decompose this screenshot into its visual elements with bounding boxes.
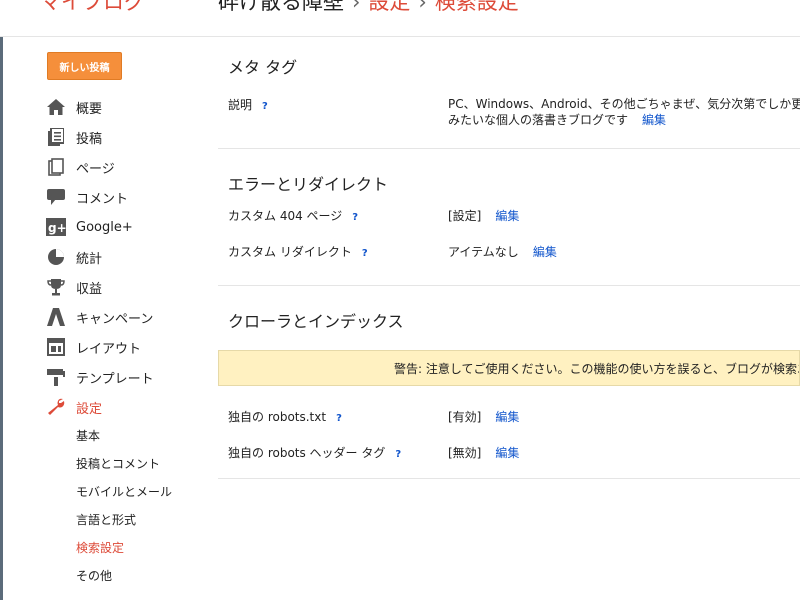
section-title: メタ タグ [228, 58, 298, 77]
sidebar-item-pages[interactable]: ページ [46, 152, 206, 182]
sidebar-item-label: テンプレート [76, 371, 154, 387]
field-label: カスタム リダイレクト [228, 245, 352, 259]
help-icon[interactable]: ? [262, 101, 268, 112]
edit-custom-404-link[interactable]: 編集 [495, 209, 519, 223]
subnav-item-mobile-email[interactable]: モバイルとメール [76, 477, 172, 505]
breadcrumb: 砕け散る障壁 › 設定 › 検索設定 [218, 0, 519, 16]
errors-redirects-section: エラーとリダイレクト カスタム 404 ページ? [設定] 編集 カスタム リダイ… [218, 149, 800, 286]
field-label: 独自の robots.txt [228, 410, 327, 424]
field-label: 説明 [228, 98, 253, 112]
campaign-icon [46, 307, 66, 327]
sidebar-item-google-plus[interactable]: g+ Google+ [46, 212, 206, 242]
sidebar-item-settings[interactable]: 設定 [46, 392, 206, 422]
description-text: PC、Windows、Android、その他ごちゃまぜ、気分次第でしか更新 [448, 97, 800, 111]
sidebar-item-overview[interactable]: 概要 [46, 92, 206, 122]
sidebar-item-label: コメント [76, 191, 129, 207]
sidebar-item-label: 設定 [76, 401, 103, 417]
sidebar-item-stats[interactable]: 統計 [46, 242, 206, 272]
help-icon[interactable]: ? [352, 212, 358, 223]
sidebar-item-label: 収益 [76, 281, 103, 297]
main-content: メタ タグ 説明? PC、Windows、Android、その他ごちゃまぜ、気分… [218, 36, 800, 479]
warning-banner: 警告: 注意してご使用ください。この機能の使い方を誤ると、ブログが検索エ [218, 350, 800, 386]
breadcrumb-separator: › [418, 0, 427, 14]
trophy-icon [46, 277, 66, 297]
help-icon[interactable]: ? [362, 248, 368, 259]
edit-robots-txt-link[interactable]: 編集 [495, 410, 519, 424]
field-value: アイテムなし [448, 245, 519, 259]
layout-icon [46, 337, 66, 357]
section-title: エラーとリダイレクト [228, 175, 389, 194]
sidebar-item-label: レイアウト [76, 341, 142, 357]
meta-tags-section: メタ タグ 説明? PC、Windows、Android、その他ごちゃまぜ、気分… [218, 36, 800, 149]
sidebar-item-label: キャンペーン [76, 311, 154, 327]
window-edge [0, 0, 3, 600]
field-label: 独自の robots ヘッダー タグ [228, 446, 386, 460]
sidebar-item-comments[interactable]: コメント [46, 182, 206, 212]
sidebar-item-posts[interactable]: 投稿 [46, 122, 206, 152]
wrench-icon [46, 397, 66, 417]
google-plus-icon: g+ [46, 217, 66, 237]
description-text: みたいな個人の落書きブログです [448, 113, 629, 127]
sidebar-item-label: ページ [76, 161, 115, 177]
sidebar-item-template[interactable]: テンプレート [46, 362, 206, 392]
subnav-item-other[interactable]: その他 [76, 561, 172, 589]
breadcrumb-settings[interactable]: 設定 [368, 0, 410, 14]
sidebar-item-layout[interactable]: レイアウト [46, 332, 206, 362]
settings-subnav: 基本 投稿とコメント モバイルとメール 言語と形式 検索設定 その他 [76, 421, 172, 589]
posts-icon [46, 127, 66, 147]
breadcrumb-separator: › [352, 0, 361, 14]
comment-icon [46, 187, 66, 207]
sidebar-nav: 概要 投稿 ページ コメント g+ Google+ 統計 収益 キャンペーン レ… [46, 92, 206, 422]
field-value: [設定] [448, 209, 482, 223]
header: マイブログ 砕け散る障壁 › 設定 › 検索設定 [0, 0, 800, 37]
pages-icon [46, 157, 66, 177]
edit-custom-redirects-link[interactable]: 編集 [533, 245, 557, 259]
sidebar-item-earnings[interactable]: 収益 [46, 272, 206, 302]
subnav-item-search-preferences[interactable]: 検索設定 [76, 533, 172, 561]
subnav-item-language-format[interactable]: 言語と形式 [76, 505, 172, 533]
field-value: [有効] [448, 410, 482, 424]
new-post-button[interactable]: 新しい投稿 [47, 52, 122, 80]
help-icon[interactable]: ? [336, 413, 342, 424]
home-icon [46, 97, 66, 117]
edit-robots-header-link[interactable]: 編集 [495, 446, 519, 460]
sidebar-item-campaigns[interactable]: キャンペーン [46, 302, 206, 332]
sidebar-item-label: 投稿 [76, 131, 103, 147]
subnav-item-posts-comments[interactable]: 投稿とコメント [76, 449, 172, 477]
subnav-item-basic[interactable]: 基本 [76, 421, 172, 449]
brand-title[interactable]: マイブログ [40, 0, 145, 16]
svg-text:g+: g+ [48, 221, 66, 235]
sidebar-item-label: Google+ [76, 219, 133, 235]
field-label: カスタム 404 ページ [228, 209, 343, 223]
breadcrumb-current: 検索設定 [434, 0, 519, 14]
edit-description-link[interactable]: 編集 [642, 113, 666, 127]
crawlers-indexing-section: クローラとインデックス 警告: 注意してご使用ください。この機能の使い方を誤ると… [218, 286, 800, 479]
sidebar-item-label: 統計 [76, 251, 103, 267]
section-title: クローラとインデックス [228, 312, 404, 331]
sidebar-item-label: 概要 [76, 101, 103, 117]
field-value: [無効] [448, 446, 482, 460]
help-icon[interactable]: ? [395, 449, 401, 460]
breadcrumb-blog-name[interactable]: 砕け散る障壁 [218, 0, 344, 14]
template-icon [46, 367, 66, 387]
stats-icon [46, 247, 66, 267]
